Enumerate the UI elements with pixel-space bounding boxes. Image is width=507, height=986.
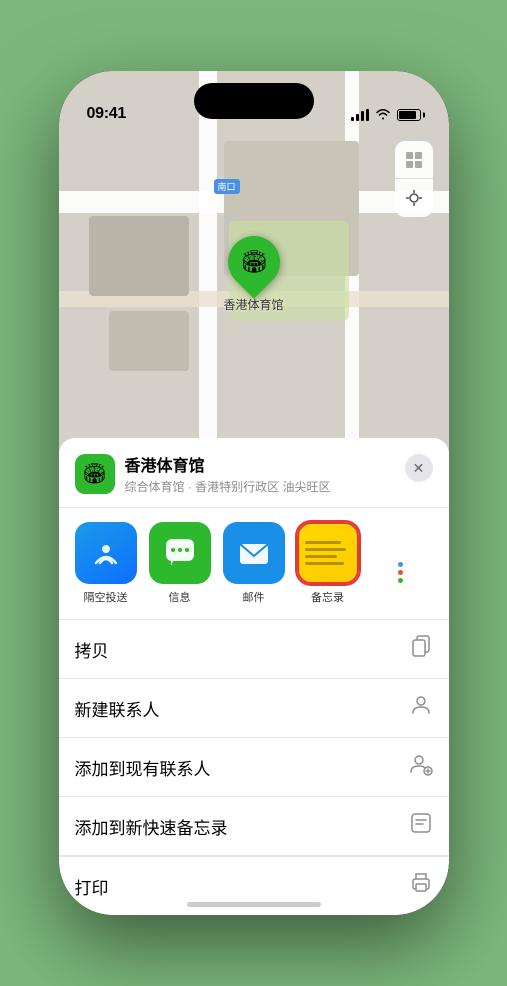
signal-bars-icon bbox=[351, 109, 369, 121]
add-contact-icon bbox=[409, 752, 433, 782]
action-copy-label: 拷贝 bbox=[75, 637, 109, 662]
app-item-notes[interactable]: 备忘录 bbox=[297, 522, 359, 605]
map-type-button[interactable] bbox=[395, 141, 433, 179]
app-item-more[interactable] bbox=[371, 522, 431, 605]
action-print-label: 打印 bbox=[75, 874, 109, 899]
marker-pin: 🏟 bbox=[217, 225, 291, 299]
messages-icon bbox=[149, 522, 211, 584]
messages-label: 信息 bbox=[169, 589, 191, 605]
map-block-2 bbox=[89, 216, 189, 296]
action-new-contact-label: 新建联系人 bbox=[75, 696, 160, 721]
signal-bar-2 bbox=[356, 114, 359, 121]
action-row-add-contact[interactable]: 添加到现有联系人 bbox=[59, 738, 449, 797]
status-time: 09:41 bbox=[87, 105, 126, 123]
quick-note-icon bbox=[409, 811, 433, 841]
action-row-new-contact[interactable]: 新建联系人 bbox=[59, 679, 449, 738]
place-info: 香港体育馆 综合体育馆 · 香港特别行政区 油尖旺区 bbox=[125, 452, 331, 495]
print-icon bbox=[409, 871, 433, 901]
map-road-vertical-1 bbox=[199, 71, 217, 501]
action-quick-note-label: 添加到新快速备忘录 bbox=[75, 814, 228, 839]
notes-icon bbox=[297, 522, 359, 584]
battery-fill bbox=[399, 111, 416, 119]
action-rows: 拷贝 新建联系人 bbox=[59, 620, 449, 915]
map-controls bbox=[395, 141, 433, 217]
close-button[interactable]: ✕ bbox=[405, 454, 433, 482]
app-item-messages[interactable]: 信息 bbox=[149, 522, 211, 605]
notes-label: 备忘录 bbox=[311, 589, 344, 605]
share-apps-row: 隔空投送 信息 bbox=[59, 508, 449, 620]
place-subtitle: 综合体育馆 · 香港特别行政区 油尖旺区 bbox=[125, 478, 331, 495]
notes-line-1 bbox=[305, 541, 342, 544]
map-entrance-label: 南口 bbox=[214, 179, 240, 194]
airdrop-label: 隔空投送 bbox=[84, 589, 128, 605]
place-card-left: 🏟 香港体育馆 综合体育馆 · 香港特别行政区 油尖旺区 bbox=[75, 452, 331, 495]
marker-stadium-icon: 🏟 bbox=[240, 249, 268, 275]
place-icon: 🏟 bbox=[75, 454, 115, 494]
more-dot-2 bbox=[398, 570, 403, 575]
notes-lines-decoration bbox=[299, 533, 357, 573]
status-icons bbox=[351, 107, 421, 123]
notes-line-3 bbox=[305, 555, 337, 558]
copy-icon bbox=[409, 634, 433, 664]
action-row-quick-note[interactable]: 添加到新快速备忘录 bbox=[59, 797, 449, 856]
place-name: 香港体育馆 bbox=[125, 452, 331, 476]
more-dot-1 bbox=[398, 562, 403, 567]
phone-frame: 09:41 bbox=[59, 71, 449, 915]
more-dot-3 bbox=[398, 578, 403, 583]
phone-screen: 09:41 bbox=[59, 71, 449, 915]
more-indicator bbox=[398, 562, 403, 583]
signal-bar-3 bbox=[361, 111, 364, 121]
stadium-marker[interactable]: 🏟 香港体育馆 bbox=[223, 236, 283, 313]
new-contact-icon bbox=[409, 693, 433, 723]
action-add-contact-label: 添加到现有联系人 bbox=[75, 755, 211, 780]
action-row-copy[interactable]: 拷贝 bbox=[59, 620, 449, 679]
dynamic-island bbox=[194, 83, 314, 119]
signal-bar-4 bbox=[366, 109, 369, 121]
app-item-mail[interactable]: 邮件 bbox=[223, 522, 285, 605]
map-block-3 bbox=[109, 311, 189, 371]
place-card: 🏟 香港体育馆 综合体育馆 · 香港特别行政区 油尖旺区 ✕ bbox=[59, 438, 449, 508]
bottom-sheet: 🏟 香港体育馆 综合体育馆 · 香港特别行政区 油尖旺区 ✕ bbox=[59, 438, 449, 915]
notes-line-4 bbox=[305, 562, 344, 565]
map-entrance-tag: 南口 bbox=[214, 179, 240, 194]
battery-icon bbox=[397, 109, 421, 121]
wifi-icon bbox=[375, 107, 391, 123]
notes-line-2 bbox=[305, 548, 346, 551]
location-button[interactable] bbox=[395, 179, 433, 217]
app-item-airdrop[interactable]: 隔空投送 bbox=[75, 522, 137, 605]
airdrop-icon bbox=[75, 522, 137, 584]
mail-label: 邮件 bbox=[243, 589, 265, 605]
map-area[interactable]: 南口 🏟 香港体育馆 bbox=[59, 71, 449, 501]
home-indicator bbox=[187, 902, 321, 907]
mail-icon bbox=[223, 522, 285, 584]
signal-bar-1 bbox=[351, 117, 354, 121]
